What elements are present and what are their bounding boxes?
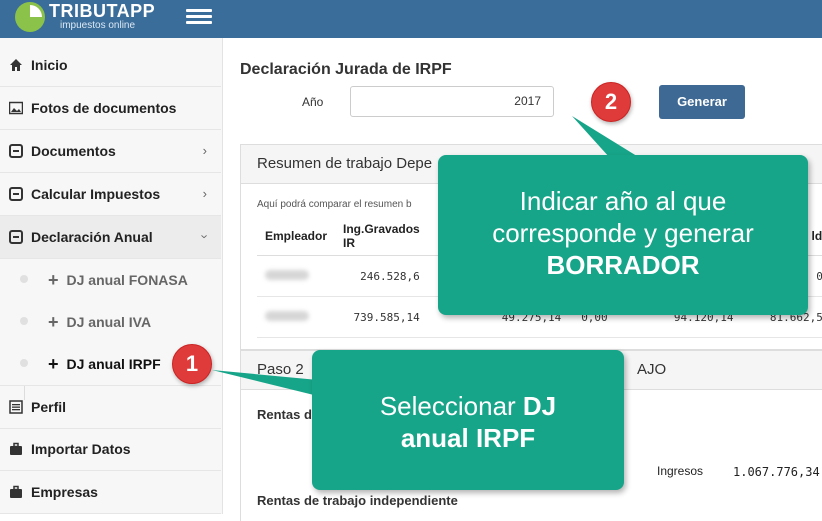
callout-generate: Indicar año al que corresponde y generar… <box>438 155 808 315</box>
callout-select-irpf: Seleccionar DJ anual IRPF <box>312 350 624 490</box>
step-badge-2: 2 <box>591 82 631 122</box>
step-badge-1: 1 <box>172 344 212 384</box>
